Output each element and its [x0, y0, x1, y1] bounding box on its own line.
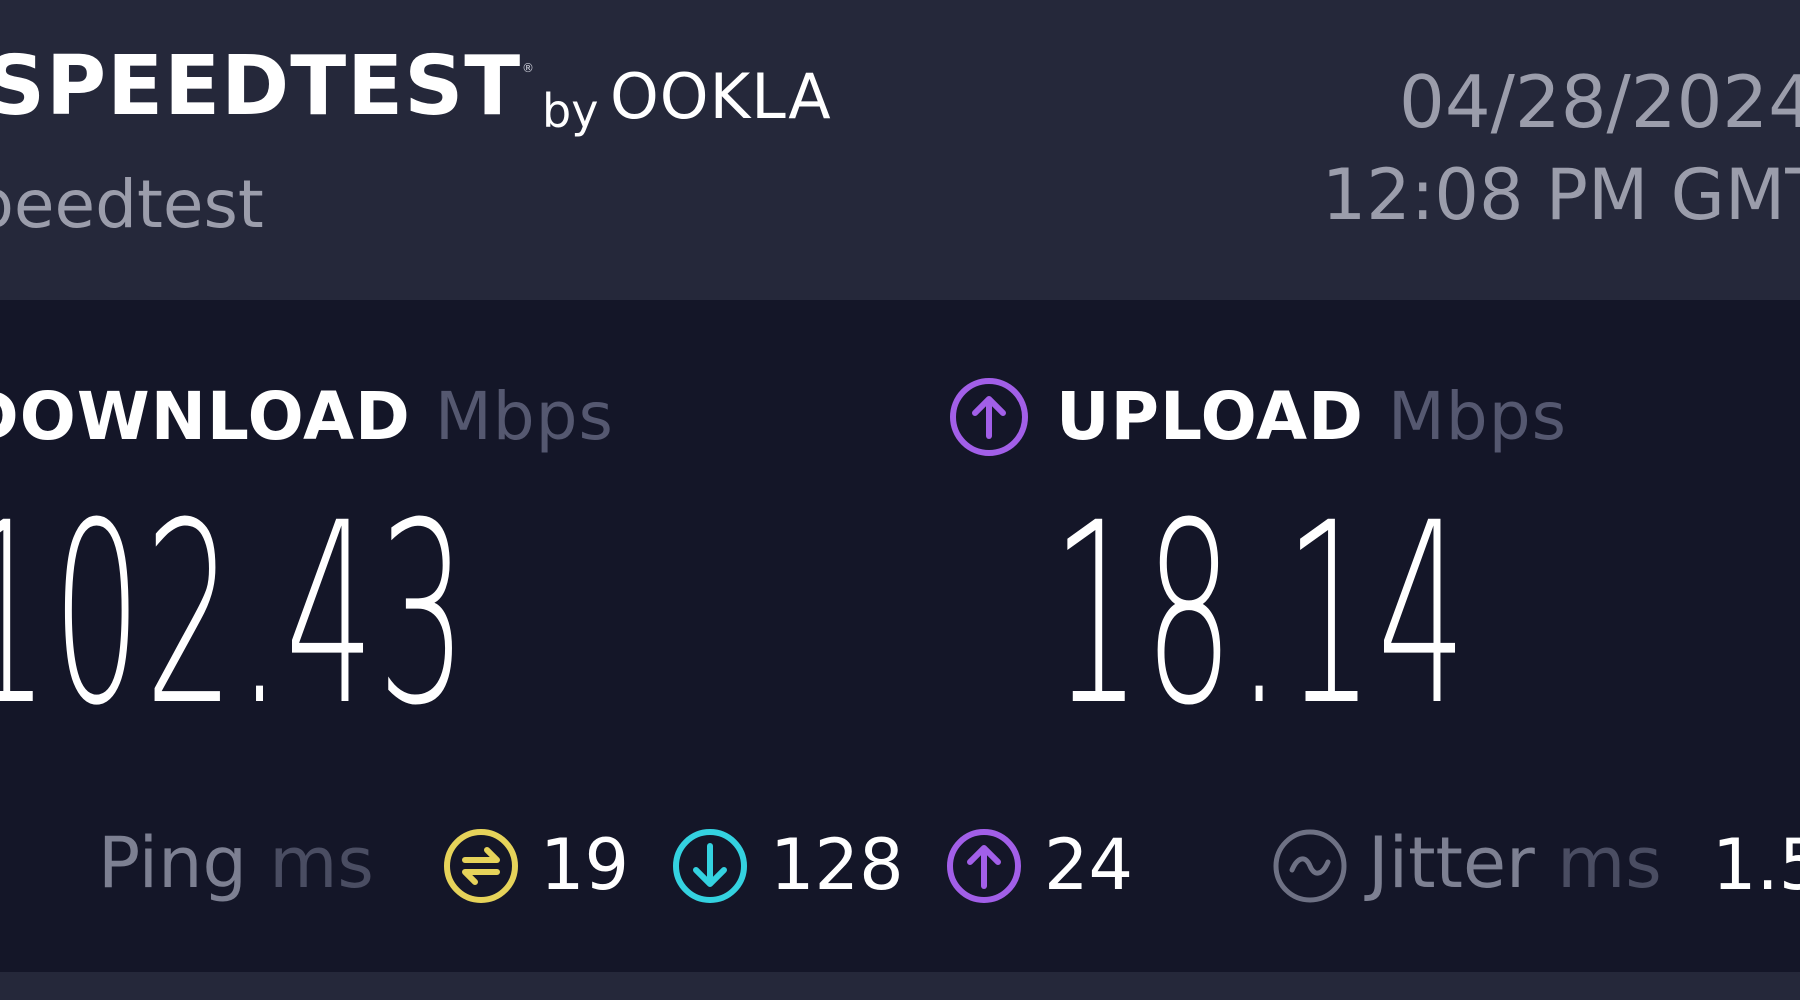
upload-latency-icon	[947, 829, 1021, 903]
download-heading: DOWNLOAD Mbps	[0, 384, 614, 450]
jitter-label: Jitter	[1368, 822, 1535, 904]
brand-trademark: ®	[522, 61, 534, 75]
test-date: 04/28/2024	[1399, 60, 1800, 144]
upload-speed-value: 18.14	[1052, 469, 1470, 760]
test-time: 12:08 PM GMT	[1321, 154, 1800, 236]
idle-latency-icon	[444, 829, 518, 903]
jitter-heading: Jitter ms	[1368, 828, 1662, 898]
ping-download-value: 128	[770, 824, 904, 906]
bottom-strip	[0, 972, 1800, 1000]
jitter-wave-icon	[1273, 829, 1347, 903]
download-speed-value: 102.43	[0, 469, 471, 760]
brand-logo-ookla: OOKLA	[610, 60, 832, 133]
ping-label: Ping	[98, 822, 247, 904]
ping-idle-value: 19	[540, 824, 630, 906]
upload-label: UPLOAD	[1056, 378, 1364, 455]
jitter-unit: ms	[1557, 822, 1662, 904]
upload-heading: UPLOAD Mbps	[1056, 384, 1567, 450]
ping-unit: ms	[269, 822, 374, 904]
ping-upload-value: 24	[1044, 824, 1134, 906]
download-latency-icon	[673, 829, 747, 903]
upload-arrow-icon	[950, 378, 1028, 456]
brand-logo-speedtest: SPEEDTEST	[0, 39, 522, 134]
download-label: DOWNLOAD	[0, 378, 411, 455]
brand-by-text: by	[542, 84, 599, 138]
page-subtitle: peedtest	[0, 166, 264, 243]
ping-heading: Ping ms	[98, 828, 374, 898]
download-unit: Mbps	[434, 378, 614, 455]
jitter-value: 1.5	[1712, 824, 1800, 906]
upload-unit: Mbps	[1387, 378, 1567, 455]
speedtest-result-page: SPEEDTEST ® by OOKLA peedtest 04/28/2024…	[0, 0, 1800, 1000]
